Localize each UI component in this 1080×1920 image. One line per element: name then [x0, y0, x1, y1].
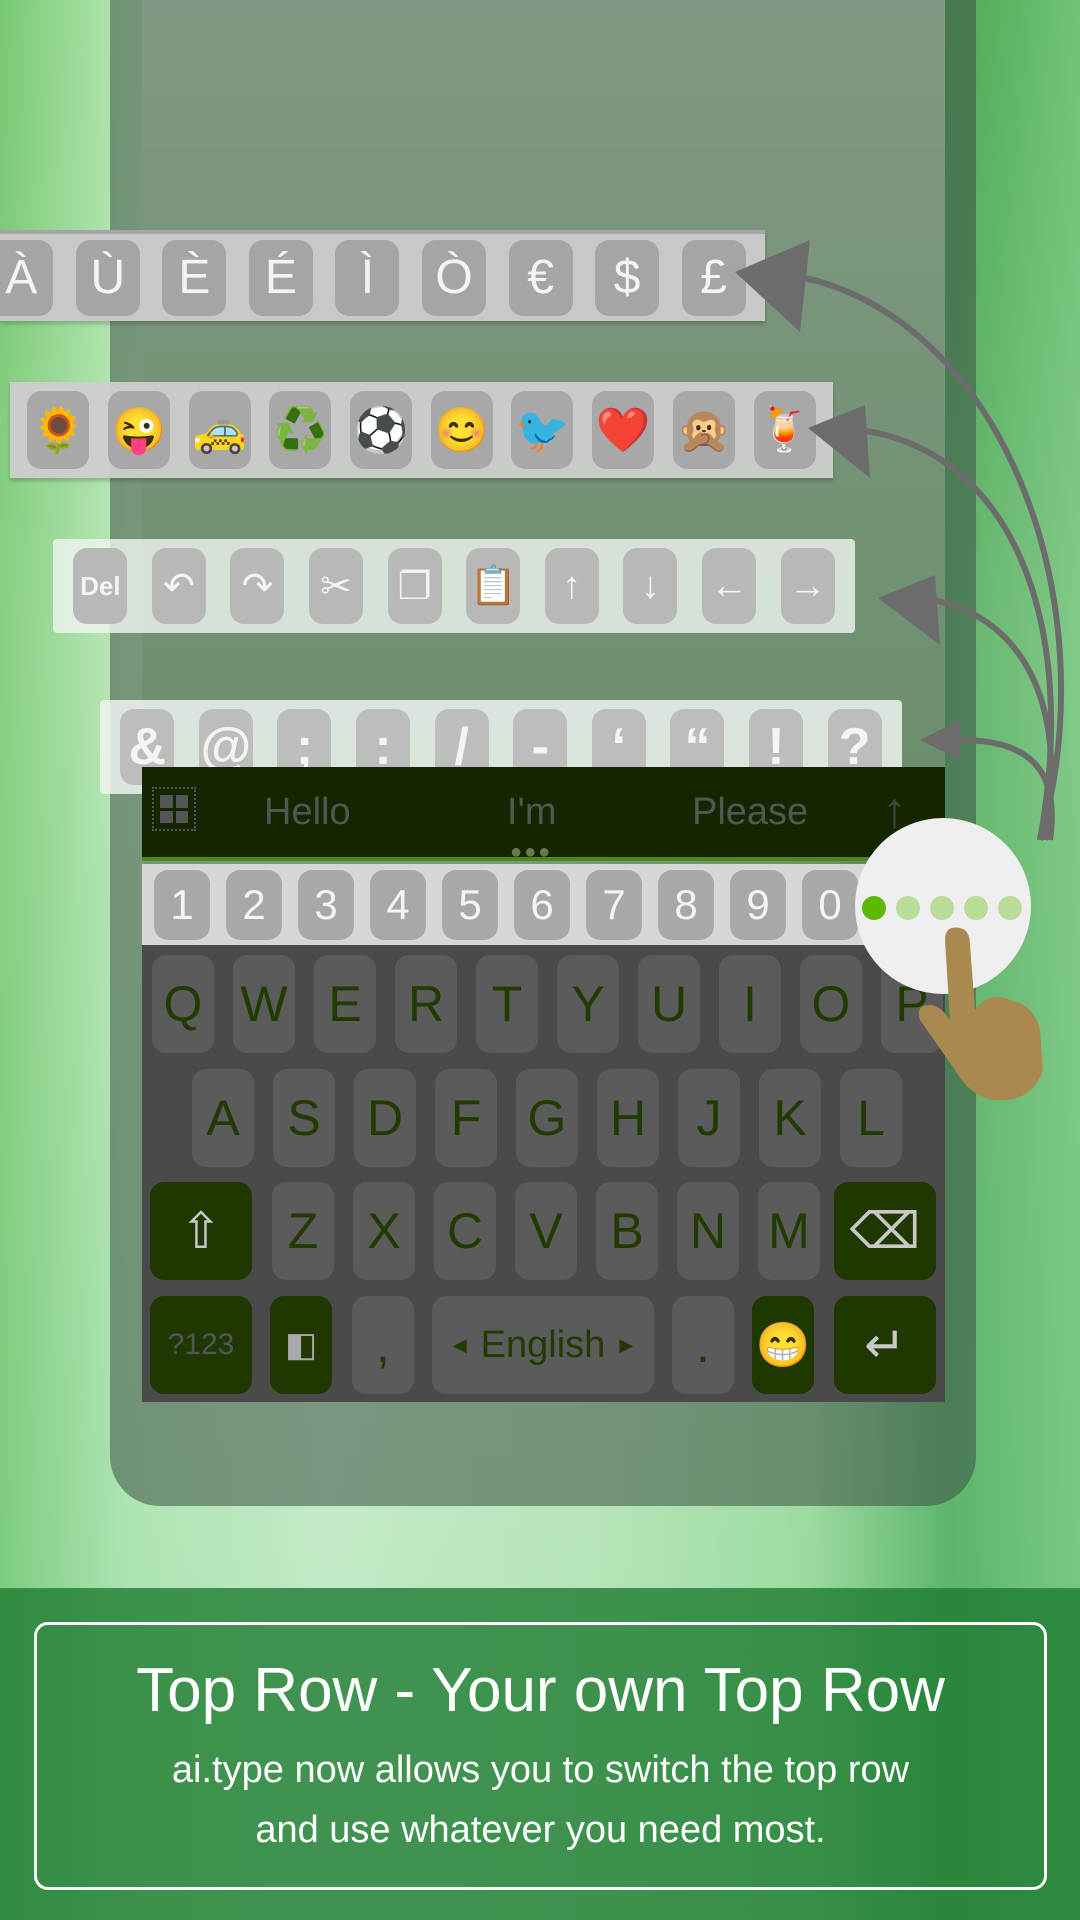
key-m[interactable]: M [758, 1182, 820, 1280]
page-indicator-dot[interactable] [964, 896, 988, 920]
key-j[interactable]: J [678, 1069, 740, 1167]
page-indicator-dot[interactable] [998, 896, 1022, 920]
backspace-key[interactable]: ⌫ [834, 1182, 936, 1280]
key-n[interactable]: N [677, 1182, 739, 1280]
enter-key[interactable]: ↵ [834, 1296, 936, 1394]
subtitle-line-1: ai.type now allows you to switch the top… [171, 1749, 910, 1791]
key-k[interactable]: K [759, 1069, 821, 1167]
shift-icon: ⇧ [180, 1203, 222, 1259]
language-label: English [480, 1323, 606, 1366]
arrowhead-icon [735, 240, 810, 332]
key-g[interactable]: G [516, 1069, 578, 1167]
feature-title: Top Row - Your own Top Row [136, 1656, 945, 1725]
arrow-to-edit-row [919, 595, 1055, 841]
subtitle-line-2: and use whatever you need most. [255, 1809, 826, 1851]
arrowhead-icon [920, 720, 960, 760]
key-s[interactable]: S [273, 1069, 335, 1167]
key-z[interactable]: Z [272, 1182, 334, 1280]
lang-right-icon: ▶ [619, 1334, 634, 1355]
page-indicator-dot[interactable] [930, 896, 954, 920]
emoji-key[interactable]: 😁 [752, 1296, 814, 1394]
shift-key[interactable]: ⇧ [150, 1182, 252, 1280]
comma-key[interactable]: , [352, 1296, 414, 1394]
keyboard: Q W E R T Y U I O P A S D F G H J K L ⇧ Z X C V B N M ⌫ ?123 ◧, ◀ Engli… [142, 945, 945, 1402]
key-a[interactable]: A [192, 1069, 254, 1167]
feature-description: Top Row - Your own Top Row ai.type now a… [34, 1622, 1047, 1890]
key-v[interactable]: V [515, 1182, 577, 1280]
key-f[interactable]: F [435, 1069, 497, 1167]
backspace-icon: ⌫ [849, 1203, 921, 1259]
key-d[interactable]: D [354, 1069, 416, 1167]
pointing-hand-icon [918, 927, 1043, 1100]
page-indicator-dot[interactable] [862, 896, 886, 920]
key-b[interactable]: B [596, 1182, 658, 1280]
key-c[interactable]: C [434, 1182, 496, 1280]
key-h[interactable]: H [597, 1069, 659, 1167]
symbols-key[interactable]: ?123 [150, 1296, 252, 1394]
key-l[interactable]: L [840, 1069, 902, 1167]
page-indicator-dot[interactable] [896, 896, 920, 920]
period-key[interactable]: . [672, 1296, 734, 1394]
arrowhead-icon [808, 405, 870, 478]
space-key-language[interactable]: ◀ English ▶ [432, 1296, 654, 1394]
key-x[interactable]: X [353, 1182, 415, 1280]
arrowhead-icon [878, 575, 940, 645]
feature-subtitle: ai.type now allows you to switch the top… [37, 1740, 1044, 1860]
cursor-key[interactable]: ◧ [270, 1296, 332, 1394]
lang-left-icon: ◀ [452, 1334, 467, 1355]
